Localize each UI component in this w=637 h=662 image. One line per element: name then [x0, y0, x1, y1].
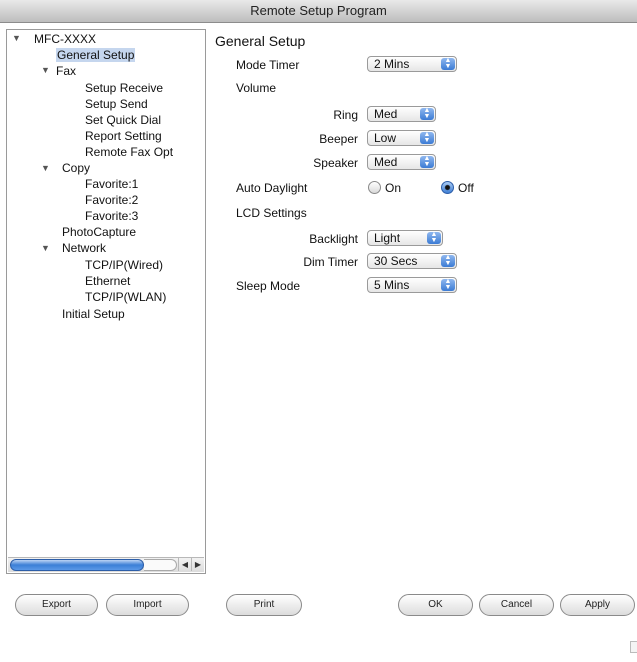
dim-timer-value: 30 Secs: [374, 254, 418, 268]
speaker-label: Speaker: [313, 156, 358, 170]
beeper-popup[interactable]: Low ▲ ▼: [367, 130, 436, 146]
section-title: General Setup: [215, 33, 306, 49]
lcd-settings-label: LCD Settings: [236, 206, 307, 220]
scrollbar-thumb[interactable]: [10, 559, 144, 571]
scrollbar-track-end: [144, 559, 177, 571]
tree-item-favorite-2[interactable]: Favorite:2: [85, 193, 138, 208]
tree-item-tcpip-wlan[interactable]: TCP/IP(WLAN): [85, 290, 166, 305]
sleep-mode-popup[interactable]: 5 Mins ▲ ▼: [367, 277, 457, 293]
popup-arrows-icon: ▲ ▼: [441, 278, 455, 291]
beeper-value: Low: [374, 131, 397, 145]
tree-item-tcpip-wired[interactable]: TCP/IP(Wired): [85, 258, 163, 273]
auto-daylight-on-label: On: [385, 181, 402, 195]
mode-timer-label: Mode Timer: [236, 58, 300, 72]
tree-item-report-setting[interactable]: Report Setting: [85, 129, 162, 144]
backlight-popup[interactable]: Light ▲ ▼: [367, 230, 443, 246]
tree-item-photocapture[interactable]: PhotoCapture: [62, 225, 136, 240]
tree-item-setup-send[interactable]: Setup Send: [85, 97, 148, 112]
backlight-value: Light: [374, 231, 401, 245]
sleep-mode-label: Sleep Mode: [236, 279, 301, 293]
popup-arrows-icon: ▲ ▼: [420, 131, 434, 144]
ok-button[interactable]: OK: [398, 594, 473, 616]
disclosure-triangle-icon[interactable]: ▼: [41, 243, 50, 253]
disclosure-triangle-icon[interactable]: ▼: [41, 65, 50, 75]
export-button[interactable]: Export: [15, 594, 98, 616]
mode-timer-popup[interactable]: 2 Mins ▲ ▼: [367, 56, 457, 72]
popup-arrows-icon: ▲ ▼: [420, 107, 434, 120]
disclosure-triangle-icon[interactable]: ▼: [41, 163, 50, 173]
window-title: Remote Setup Program: [0, 0, 637, 23]
ring-label: Ring: [333, 108, 358, 122]
tree-item-general-setup[interactable]: General Setup: [56, 48, 136, 63]
speaker-value: Med: [374, 155, 398, 169]
dim-timer-popup[interactable]: 30 Secs ▲ ▼: [367, 253, 457, 269]
cancel-button[interactable]: Cancel: [479, 594, 554, 616]
tree-item-favorite-3[interactable]: Favorite:3: [85, 209, 138, 224]
popup-arrows-icon: ▲ ▼: [441, 254, 455, 267]
tree-item-fax[interactable]: Fax: [56, 64, 76, 79]
tree-item-setup-receive[interactable]: Setup Receive: [85, 81, 163, 96]
auto-daylight-on-radio[interactable]: [368, 181, 381, 194]
print-button[interactable]: Print: [226, 594, 302, 616]
disclosure-triangle-icon[interactable]: ▼: [12, 33, 21, 43]
tree-item-set-quick-dial[interactable]: Set Quick Dial: [85, 113, 161, 128]
tree-item-ethernet[interactable]: Ethernet: [85, 274, 130, 289]
mode-timer-value: 2 Mins: [374, 57, 410, 71]
popup-arrows-icon: ▲ ▼: [420, 155, 434, 168]
auto-daylight-label: Auto Daylight: [236, 181, 308, 195]
tree-item-root[interactable]: MFC-XXXX: [34, 32, 96, 47]
tree-item-copy[interactable]: Copy: [62, 161, 90, 176]
ring-popup[interactable]: Med ▲ ▼: [367, 106, 436, 122]
popup-arrows-icon: ▲ ▼: [441, 57, 455, 70]
import-button[interactable]: Import: [106, 594, 189, 616]
sleep-mode-value: 5 Mins: [374, 278, 410, 292]
horizontal-scrollbar[interactable]: ◀ ▶: [8, 557, 204, 572]
resize-grip-icon[interactable]: [630, 641, 637, 653]
tree-item-initial-setup[interactable]: Initial Setup: [62, 307, 125, 322]
dim-timer-label: Dim Timer: [303, 255, 358, 269]
scroll-left-arrow-icon[interactable]: ◀: [178, 558, 191, 571]
tree-item-favorite-1[interactable]: Favorite:1: [85, 177, 138, 192]
apply-button[interactable]: Apply: [560, 594, 635, 616]
tree-item-network[interactable]: Network: [62, 241, 106, 256]
ring-value: Med: [374, 107, 398, 121]
settings-tree[interactable]: ▼ MFC-XXXX General Setup ▼ Fax Setup Rec…: [6, 29, 206, 574]
auto-daylight-off-radio[interactable]: [441, 181, 454, 194]
scroll-right-arrow-icon[interactable]: ▶: [191, 558, 204, 571]
backlight-label: Backlight: [309, 232, 358, 246]
volume-label: Volume: [236, 81, 277, 95]
auto-daylight-off-label: Off: [458, 181, 474, 195]
popup-arrows-icon: ▲ ▼: [427, 231, 441, 244]
tree-item-remote-fax-opt[interactable]: Remote Fax Opt: [85, 145, 173, 160]
beeper-label: Beeper: [319, 132, 358, 146]
speaker-popup[interactable]: Med ▲ ▼: [367, 154, 436, 170]
